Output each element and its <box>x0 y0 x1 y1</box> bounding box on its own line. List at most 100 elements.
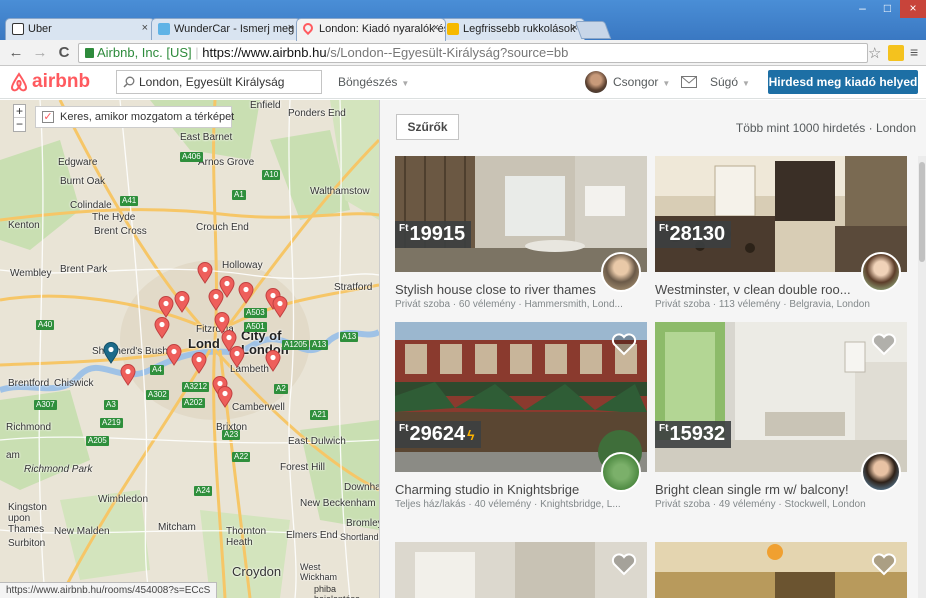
road-badge: A1205 <box>282 340 310 350</box>
location-search-input[interactable]: London, Egyesült Királyság <box>116 70 322 94</box>
menu-icon[interactable]: ≡ <box>910 44 918 60</box>
lock-icon <box>85 48 94 58</box>
map-label: Arnos Grove <box>198 157 255 168</box>
listing-card[interactable]: Ft28130 Westminster, v clean double roo.… <box>655 156 907 310</box>
listing-photo[interactable]: Ft15932 <box>655 322 907 472</box>
star-icon[interactable]: ☆ <box>868 44 881 62</box>
map-pin-icon[interactable] <box>166 344 182 366</box>
map-pin-icon[interactable] <box>272 296 288 318</box>
map-label: Stratford <box>334 282 373 293</box>
scrollbar-thumb[interactable] <box>919 162 925 262</box>
road-badge: A307 <box>34 400 57 410</box>
map-pin-icon[interactable] <box>158 296 174 318</box>
currency: Ft <box>659 223 669 234</box>
map-label: Enfield <box>250 100 281 111</box>
close-window-icon[interactable]: × <box>900 0 926 18</box>
listing-photo[interactable] <box>655 542 907 598</box>
map-label: Downham <box>344 482 379 493</box>
reload-icon[interactable]: C <box>54 43 74 63</box>
map-pin-icon[interactable] <box>238 282 254 304</box>
tab-rukkola[interactable]: Legfrissebb rukkolások | r × <box>440 18 585 40</box>
map-pin-icon[interactable] <box>208 289 224 311</box>
maximize-icon[interactable]: □ <box>875 0 900 18</box>
close-tab-icon[interactable]: × <box>288 22 294 34</box>
tab-airbnb[interactable]: London: Kiadó nyaralók és × <box>296 18 446 41</box>
messages-icon[interactable] <box>681 76 697 88</box>
close-tab-icon[interactable]: × <box>142 22 148 34</box>
host-avatar[interactable] <box>601 452 641 492</box>
url-path: /s/London--Egyesült-Királyság?source=bb <box>326 45 569 60</box>
road-badge: A503 <box>244 308 267 318</box>
map-pin-icon[interactable] <box>191 352 207 374</box>
currency: Ft <box>399 223 409 234</box>
map-pin-icon[interactable] <box>217 386 233 408</box>
tab-uber[interactable]: Uber × <box>5 18 155 40</box>
ev-certificate-label[interactable]: Airbnb, Inc. [US] <box>97 45 192 60</box>
filters-button[interactable]: Szűrők <box>396 114 459 140</box>
wishlist-heart-icon[interactable] <box>871 552 897 576</box>
listing-card[interactable]: Ft29624 ϟ Charming studio in Knightsbrige… <box>395 322 647 510</box>
map-label: Camberwell <box>232 402 285 413</box>
omnibox[interactable]: Airbnb, Inc. [US] | https://www.airbnb.h… <box>78 43 868 63</box>
map-data-link[interactable]: phiba bejelentése <box>314 584 379 598</box>
map[interactable]: Enfield Ponders End East Barnet Edgware … <box>0 100 379 598</box>
listing-card[interactable]: Ft19915 Stylish house close to river tha… <box>395 156 647 310</box>
status-bar-url: https://www.airbnb.hu/rooms/454008?s=ECc… <box>0 582 218 598</box>
listing-card[interactable] <box>655 542 907 598</box>
zoom-out-button[interactable]: − <box>14 118 25 131</box>
map-label: Thornton Heath <box>226 526 267 548</box>
browse-menu[interactable]: Böngészés ▼ <box>338 75 409 89</box>
map-pin-icon[interactable] <box>154 317 170 339</box>
map-label: Kenton <box>8 220 40 231</box>
price-tag: Ft19915 <box>395 221 472 248</box>
help-menu[interactable]: Súgó ▼ <box>710 75 750 89</box>
map-label: Elmers End <box>286 530 338 541</box>
map-pin-icon[interactable] <box>174 291 190 313</box>
listing-photo[interactable]: Ft29624 ϟ <box>395 322 647 472</box>
map-pin-icon[interactable] <box>120 364 136 386</box>
tab-label: WunderCar - Ismerj meg ú <box>174 23 301 35</box>
checkbox-checked-icon[interactable]: ✓ <box>42 111 54 123</box>
listing-card[interactable]: Ft15932 Bright clean single rm w/ balcon… <box>655 322 907 510</box>
avatar[interactable] <box>585 71 607 93</box>
list-your-space-button[interactable]: Hirdesd meg kiadó helyed <box>768 70 918 94</box>
road-badge: A41 <box>120 196 139 206</box>
price-tag: Ft15932 <box>655 421 732 448</box>
road-badge: A13 <box>310 340 329 350</box>
wishlist-heart-icon[interactable] <box>611 332 637 356</box>
forward-icon[interactable]: → <box>30 43 50 63</box>
map-pin-selected-icon[interactable] <box>103 342 119 364</box>
road-badge: A205 <box>86 436 109 446</box>
host-avatar[interactable] <box>861 252 901 292</box>
map-label: Forest Hill <box>280 462 326 473</box>
browse-label: Böngészés <box>338 75 398 89</box>
tab-wundercar[interactable]: WunderCar - Ismerj meg ú × <box>151 18 301 40</box>
map-label: The Hyde <box>92 212 136 223</box>
host-avatar[interactable] <box>601 252 641 292</box>
map-label: Chiswick <box>54 378 94 389</box>
road-badge: A501 <box>244 322 267 332</box>
map-label: Mitcham <box>158 522 196 533</box>
road-badge: A24 <box>194 486 213 496</box>
listing-subtitle: Privát szoba · 49 vélemény · Stockwell, … <box>655 499 866 510</box>
price-tag: Ft29624 ϟ <box>395 421 481 448</box>
search-as-map-moves-checkbox[interactable]: ✓ Keres, amikor mozgatom a térképet <box>35 106 234 128</box>
currency: Ft <box>659 423 669 434</box>
map-label: East Barnet <box>180 132 233 143</box>
wishlist-heart-icon[interactable] <box>871 332 897 356</box>
back-icon[interactable]: ← <box>6 43 26 63</box>
airbnb-logo[interactable]: airbnb <box>10 70 100 94</box>
map-pin-icon[interactable] <box>197 262 213 284</box>
rukkola-favicon-icon <box>447 23 459 35</box>
host-avatar[interactable] <box>861 452 901 492</box>
map-pin-icon[interactable] <box>265 350 281 372</box>
listing-photo[interactable] <box>395 542 647 598</box>
minimize-icon[interactable]: – <box>850 0 875 18</box>
listing-card[interactable] <box>395 542 647 598</box>
extension-icon[interactable] <box>888 45 904 61</box>
instant-book-icon: ϟ <box>467 427 475 443</box>
wishlist-heart-icon[interactable] <box>611 552 637 576</box>
close-tab-icon[interactable]: × <box>433 22 439 34</box>
new-tab-button[interactable] <box>574 21 612 39</box>
map-pin-icon[interactable] <box>229 346 245 368</box>
